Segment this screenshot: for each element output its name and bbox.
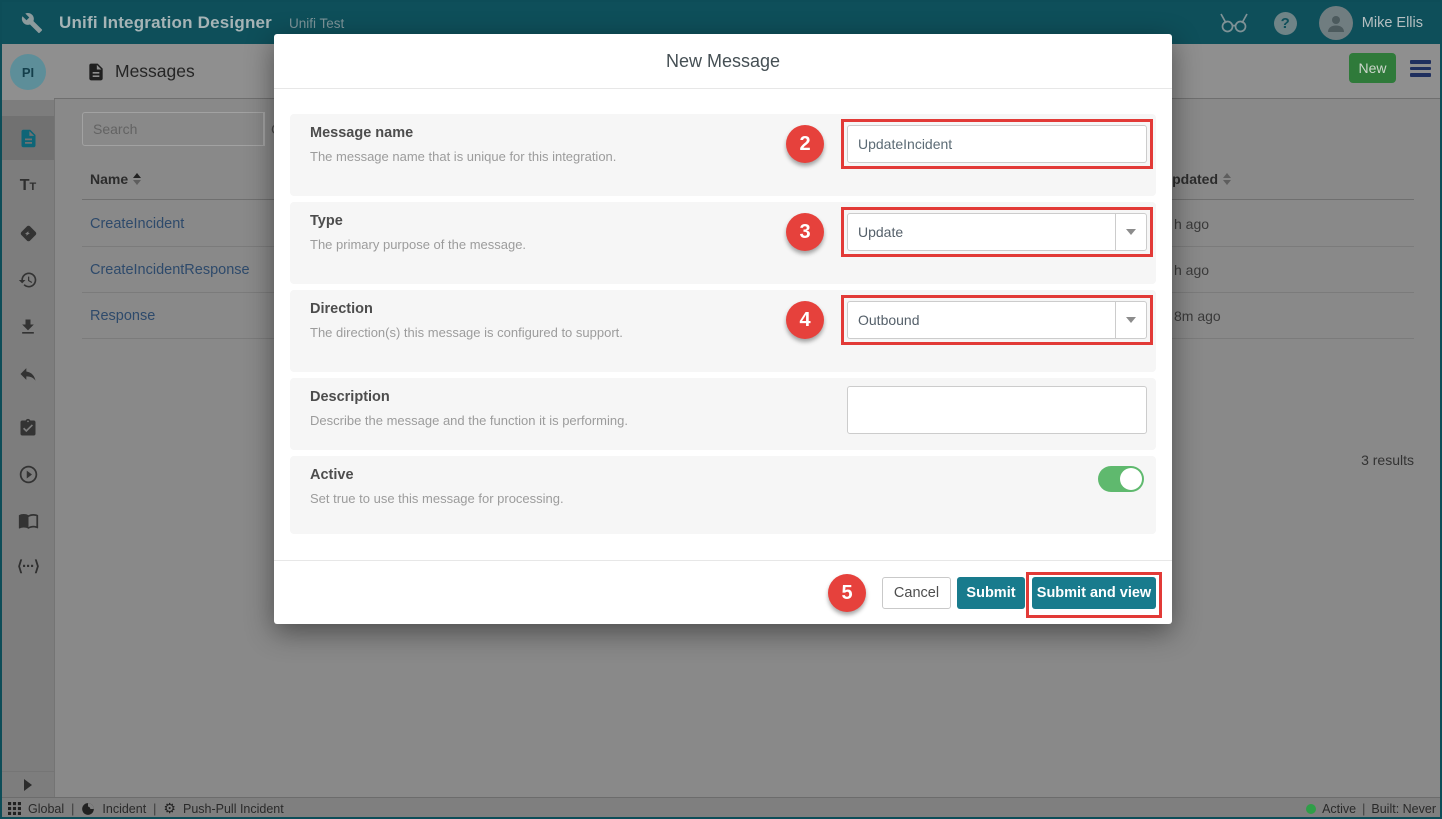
application-label[interactable]: Incident xyxy=(102,802,146,816)
incident-circle-icon xyxy=(81,802,95,816)
annotation-badge-4: 4 xyxy=(786,301,824,339)
sidebar-expand-button[interactable] xyxy=(2,771,54,798)
user-name[interactable]: Mike Ellis xyxy=(1362,15,1423,31)
history-icon xyxy=(18,272,37,288)
sort-icon xyxy=(1223,173,1231,185)
table-row-updated: h ago xyxy=(1174,262,1210,278)
modal-title: New Message xyxy=(274,34,1172,89)
status-dot xyxy=(1306,803,1317,814)
integration-avatar[interactable]: PI xyxy=(2,44,54,100)
help-icon[interactable]: ? xyxy=(1273,11,1297,35)
page-title: Messages xyxy=(115,61,195,81)
grid-icon xyxy=(8,802,21,815)
sidebar-item-pollers[interactable] xyxy=(2,258,54,302)
sidebar-item-import[interactable] xyxy=(2,305,54,349)
new-message-modal: New Message Message name The message nam… xyxy=(274,34,1172,624)
table-row-link[interactable]: Response xyxy=(90,308,155,324)
wrench-icon xyxy=(21,12,43,34)
toggle-knob xyxy=(1120,468,1142,490)
download-icon xyxy=(22,319,34,334)
sort-icon xyxy=(133,173,142,185)
table-row-link[interactable]: CreateIncident xyxy=(90,216,184,232)
book-icon xyxy=(18,513,38,529)
field-active: Active Set true to use this message for … xyxy=(290,456,1156,534)
direction-select[interactable]: Outbound xyxy=(847,301,1147,339)
reply-icon xyxy=(20,368,36,381)
play-circle-icon xyxy=(19,465,37,483)
text-fields-icon: TT xyxy=(19,177,37,194)
app-window: Unifi Integration Designer Unifi Test ? … xyxy=(0,0,1442,819)
submit-button[interactable]: Submit xyxy=(957,577,1025,609)
environment-name[interactable]: Unifi Test xyxy=(289,16,344,31)
chevron-down-icon[interactable] xyxy=(1115,214,1146,250)
page-document-icon xyxy=(89,63,103,80)
scope-label[interactable]: Global xyxy=(28,802,64,816)
sidebar-item-tasks[interactable] xyxy=(2,406,54,450)
annotation-badge-3: 3 xyxy=(786,213,824,251)
chevron-down-icon[interactable] xyxy=(1115,302,1146,338)
app-title: Unifi Integration Designer xyxy=(59,13,272,32)
description-textarea[interactable] xyxy=(847,386,1147,434)
results-count: 3 results xyxy=(1361,452,1414,468)
spectacles-icon[interactable] xyxy=(1218,12,1250,34)
submit-and-view-button[interactable]: Submit and view xyxy=(1032,577,1156,609)
sidebar-item-responses[interactable] xyxy=(2,352,54,396)
diamond-arrow-icon xyxy=(20,225,36,241)
integration-label[interactable]: Push-Pull Incident xyxy=(183,802,284,816)
menu-icon[interactable] xyxy=(1410,60,1431,77)
table-row-updated: 8m ago xyxy=(1174,308,1221,324)
annotation-badge-2: 2 xyxy=(786,125,824,163)
search-input[interactable] xyxy=(82,112,264,146)
cancel-button[interactable]: Cancel xyxy=(882,577,951,609)
type-select[interactable]: Update xyxy=(847,213,1147,251)
code-icon: ⟨···⟩ xyxy=(17,558,40,575)
page-title-wrap: Messages xyxy=(86,44,195,99)
integration-initials: PI xyxy=(10,54,46,90)
built-label: Built: Never xyxy=(1371,801,1436,816)
active-toggle[interactable] xyxy=(1098,466,1144,492)
sidebar-item-messages[interactable] xyxy=(2,116,54,160)
annotation-badge-5: 5 xyxy=(828,574,866,612)
sidebar-item-scripts[interactable]: ⟨···⟩ xyxy=(2,544,54,588)
clipboard-check-icon xyxy=(20,418,36,436)
status-bar: Global | Incident | ⚙ Push-Pull Incident… xyxy=(2,797,1440,817)
sidebar-item-fields[interactable]: TT xyxy=(2,164,54,208)
message-name-input[interactable] xyxy=(847,125,1147,163)
new-button[interactable]: New xyxy=(1349,53,1396,83)
column-header-name[interactable]: Name xyxy=(90,169,142,189)
user-avatar[interactable] xyxy=(1318,6,1353,40)
sidebar-item-documentation[interactable] xyxy=(2,498,54,542)
table-row-link[interactable]: CreateIncidentResponse xyxy=(90,262,250,278)
status-label: Active xyxy=(1322,801,1357,816)
column-header-updated[interactable]: Updated xyxy=(1162,169,1231,189)
messages-document-icon xyxy=(21,129,35,147)
gear-icon: ⚙ xyxy=(163,800,176,816)
expand-arrow-icon xyxy=(24,779,32,791)
sidebar-item-bonds[interactable] xyxy=(2,211,54,255)
table-row-updated: h ago xyxy=(1174,216,1210,232)
sidebar-item-runs[interactable] xyxy=(2,452,54,496)
